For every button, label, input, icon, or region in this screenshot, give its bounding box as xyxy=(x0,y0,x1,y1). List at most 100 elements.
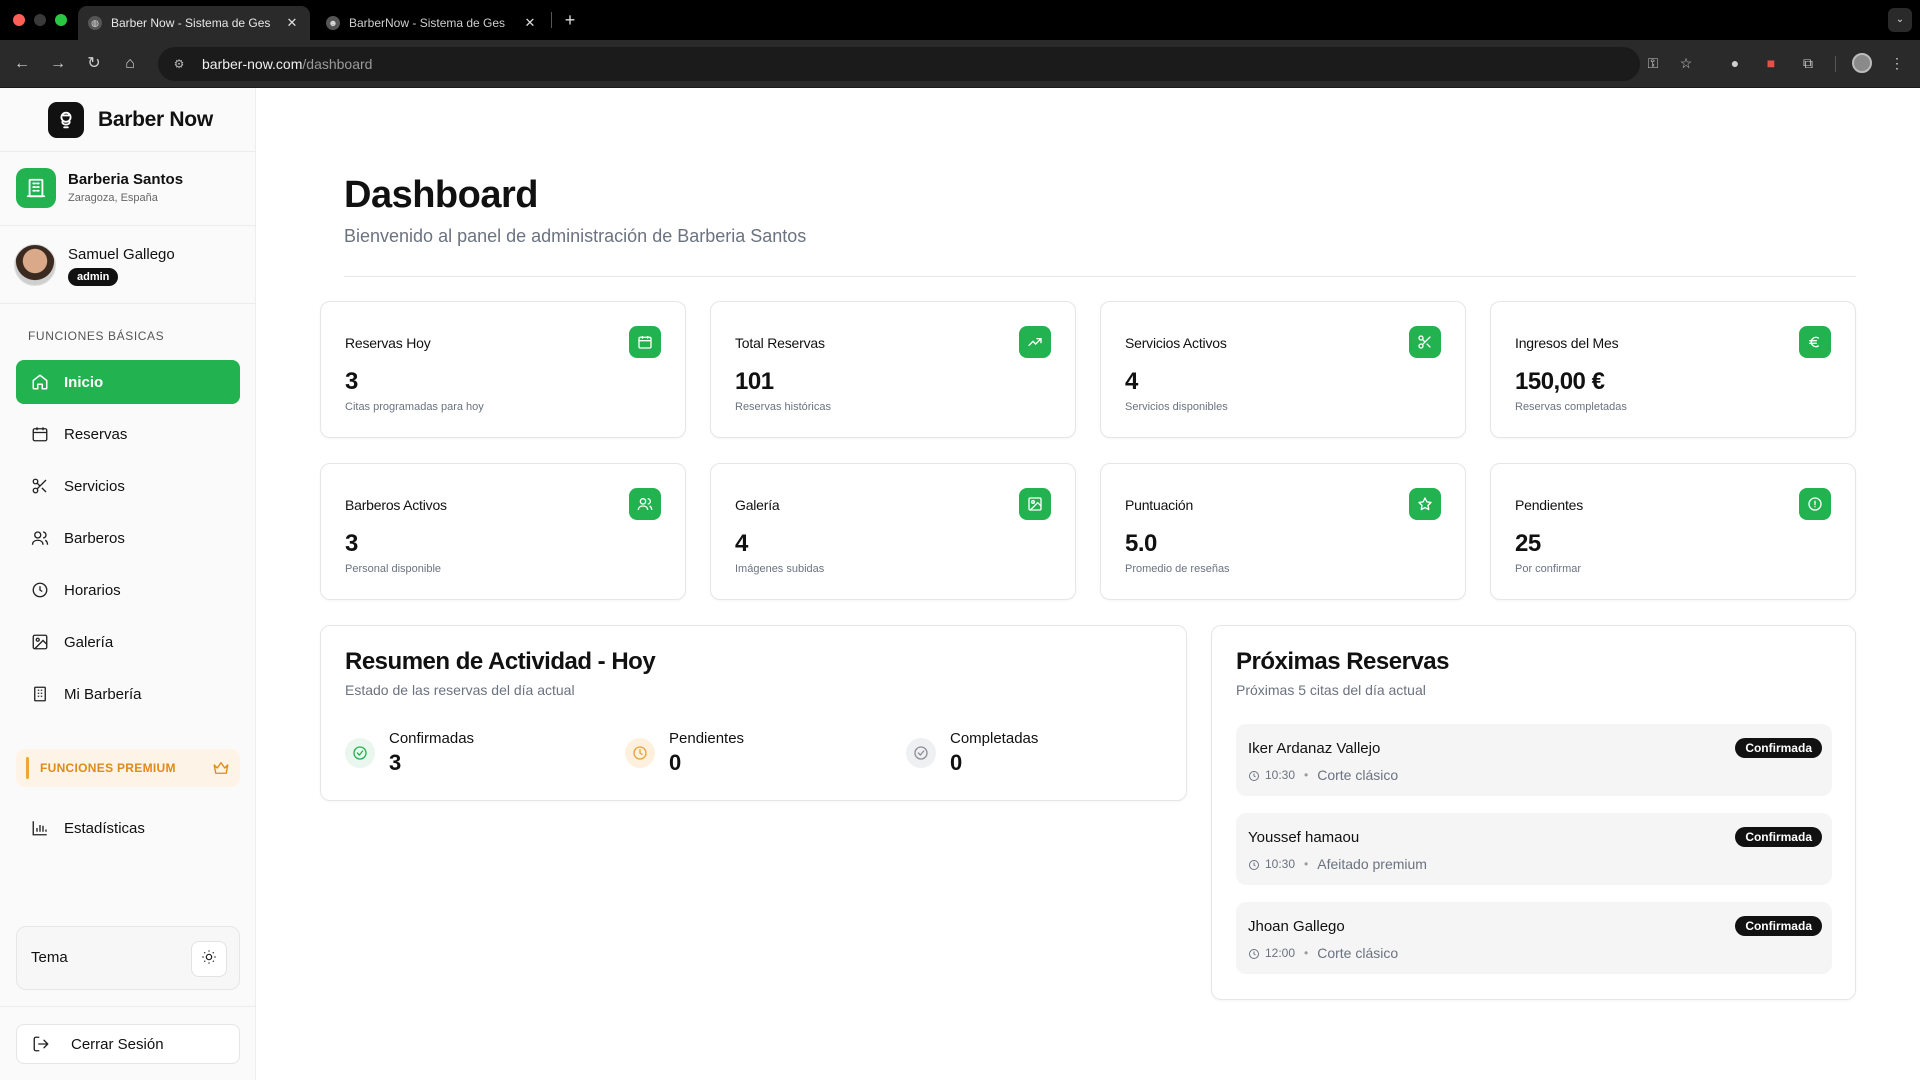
sun-icon xyxy=(201,949,217,970)
booking-meta: 10:30 • Corte clásico xyxy=(1248,767,1398,783)
sidebar-item-label: Galería xyxy=(64,633,114,651)
browser-toolbar: ← → ↻ ⌂ ⚙ barber-now.com/dashboard ⚿ ☆ ●… xyxy=(0,40,1920,88)
back-icon[interactable]: ← xyxy=(10,52,34,76)
theme-toggle-button[interactable] xyxy=(191,941,227,977)
stat-desc: Imágenes subidas xyxy=(735,563,825,575)
separator-dot: • xyxy=(1304,768,1309,782)
status-badge: Confirmada xyxy=(1735,827,1822,847)
tab-search-button[interactable]: ⌄ xyxy=(1888,8,1912,32)
booking-service: Afeitado premium xyxy=(1317,856,1427,872)
page-subtitle: Bienvenido al panel de administración de… xyxy=(344,226,807,246)
sidebar-item-label: Estadísticas xyxy=(64,819,145,837)
building-icon xyxy=(16,168,56,208)
close-tab-icon[interactable]: ✕ xyxy=(284,15,300,31)
role-badge: admin xyxy=(68,268,119,286)
browser-tab-active[interactable]: ◍ Barber Now - Sistema de Ges ✕ xyxy=(78,6,310,40)
profile-avatar[interactable] xyxy=(1852,53,1872,73)
stat-card-barberos-activos: Barberos Activos 3 Personal disponible xyxy=(320,463,686,600)
sidebar-item-horarios[interactable]: Horarios xyxy=(16,568,240,612)
new-tab-button[interactable]: + xyxy=(558,8,582,32)
extension-circle-icon[interactable]: ● xyxy=(1724,52,1746,74)
home-icon xyxy=(30,372,50,392)
stat-desc: Servicios disponibles xyxy=(1125,401,1228,413)
stat-desc: Promedio de reseñas xyxy=(1125,563,1230,575)
clock-icon xyxy=(625,738,655,768)
shop-name: Barberia Santos xyxy=(68,171,184,188)
address-bar[interactable]: ⚙ barber-now.com/dashboard xyxy=(158,47,1640,81)
browser-menu-icon[interactable]: ⋮ xyxy=(1886,52,1908,74)
premium-accent-bar xyxy=(26,757,29,779)
upcoming-subtitle: Próximas 5 citas del día actual xyxy=(1236,682,1426,698)
shop-location: Zaragoza, España xyxy=(68,192,158,204)
bar-chart-icon xyxy=(30,818,50,838)
sidebar-item-label: Mi Barbería xyxy=(64,685,142,703)
bookmark-star-icon[interactable]: ☆ xyxy=(1675,52,1697,74)
globe-icon: ◍ xyxy=(88,16,102,30)
sidebar-item-label: Inicio xyxy=(64,373,104,391)
section-label-basic: FUNCIONES BÁSICAS xyxy=(28,329,165,343)
sidebar-item-mi-barberia[interactable]: Mi Barbería xyxy=(16,672,240,716)
image-icon xyxy=(30,632,50,652)
window-minimize-button[interactable] xyxy=(34,14,46,26)
logout-icon xyxy=(31,1034,51,1054)
sidebar: Barber Now Barberia Santos Zaragoza, Esp… xyxy=(0,88,256,1080)
forward-icon[interactable]: → xyxy=(46,52,70,76)
stat-desc: Reservas históricas xyxy=(735,401,831,413)
close-tab-icon[interactable]: ✕ xyxy=(522,15,538,31)
separator-dot: • xyxy=(1304,946,1309,960)
status-badge: Confirmada xyxy=(1735,916,1822,936)
activity-confirmadas: Confirmadas 3 xyxy=(345,730,565,775)
scissors-icon xyxy=(1409,326,1441,358)
site-settings-icon[interactable]: ⚙ xyxy=(170,55,188,73)
stat-value: 25 xyxy=(1515,530,1541,557)
clock-icon xyxy=(1248,947,1260,959)
section-label-premium: FUNCIONES PREMIUM xyxy=(40,761,176,775)
sidebar-item-label: Barberos xyxy=(64,529,125,547)
booking-meta: 10:30 • Afeitado premium xyxy=(1248,856,1427,872)
booking-client-name: Iker Ardanaz Vallejo xyxy=(1248,740,1381,757)
password-key-icon[interactable]: ⚿ xyxy=(1642,52,1664,74)
reload-icon[interactable]: ↻ xyxy=(82,52,106,76)
theme-panel: Tema xyxy=(16,926,240,990)
sidebar-item-estadisticas[interactable]: Estadísticas xyxy=(16,806,240,850)
extension-record-icon[interactable]: ■ xyxy=(1760,52,1782,74)
activity-subtitle: Estado de las reservas del día actual xyxy=(345,682,575,698)
status-badge: Confirmada xyxy=(1735,738,1822,758)
clock-icon xyxy=(30,580,50,600)
window-close-button[interactable] xyxy=(13,14,25,26)
browser-tab[interactable]: ☻ BarberNow - Sistema de Ges ✕ xyxy=(316,6,548,40)
sidebar-item-inicio[interactable]: Inicio xyxy=(16,360,240,404)
sidebar-item-reservas[interactable]: Reservas xyxy=(16,412,240,456)
check-circle-icon xyxy=(906,738,936,768)
window-zoom-button[interactable] xyxy=(55,14,67,26)
stat-value: 150,00 € xyxy=(1515,368,1605,395)
sidebar-divider xyxy=(0,1006,256,1007)
booking-item[interactable]: Jhoan Gallego 12:00 • Corte clásico Conf… xyxy=(1236,902,1832,974)
building-icon xyxy=(30,684,50,704)
sidebar-item-barberos[interactable]: Barberos xyxy=(16,516,240,560)
clock-icon xyxy=(1248,769,1260,781)
star-icon xyxy=(1409,488,1441,520)
url-path: /dashboard xyxy=(302,56,373,72)
extensions-puzzle-icon[interactable]: ⧉ xyxy=(1797,52,1819,74)
logout-button[interactable]: Cerrar Sesión xyxy=(16,1024,240,1064)
alert-circle-icon xyxy=(1799,488,1831,520)
stat-card-galeria: Galería 4 Imágenes subidas xyxy=(710,463,1076,600)
brand: Barber Now xyxy=(0,88,256,152)
users-icon xyxy=(30,528,50,548)
image-icon xyxy=(1019,488,1051,520)
sidebar-item-galeria[interactable]: Galería xyxy=(16,620,240,664)
stat-value: 4 xyxy=(735,530,748,557)
booking-item[interactable]: Youssef hamaou 10:30 • Afeitado premium … xyxy=(1236,813,1832,885)
stat-card-puntuacion: Puntuación 5.0 Promedio de reseñas xyxy=(1100,463,1466,600)
booking-item[interactable]: Iker Ardanaz Vallejo 10:30 • Corte clási… xyxy=(1236,724,1832,796)
stat-card-ingresos-mes: Ingresos del Mes 150,00 € Reservas compl… xyxy=(1490,301,1856,438)
booking-time: 10:30 xyxy=(1265,768,1296,782)
title-divider xyxy=(344,276,1856,277)
stat-card-reservas-hoy: Reservas Hoy 3 Citas programadas para ho… xyxy=(320,301,686,438)
stat-label: Puntuación xyxy=(1125,497,1194,513)
sidebar-item-servicios[interactable]: Servicios xyxy=(16,464,240,508)
home-icon[interactable]: ⌂ xyxy=(118,52,142,76)
stat-value: 5.0 xyxy=(1125,530,1157,557)
sidebar-item-label: Horarios xyxy=(64,581,121,599)
